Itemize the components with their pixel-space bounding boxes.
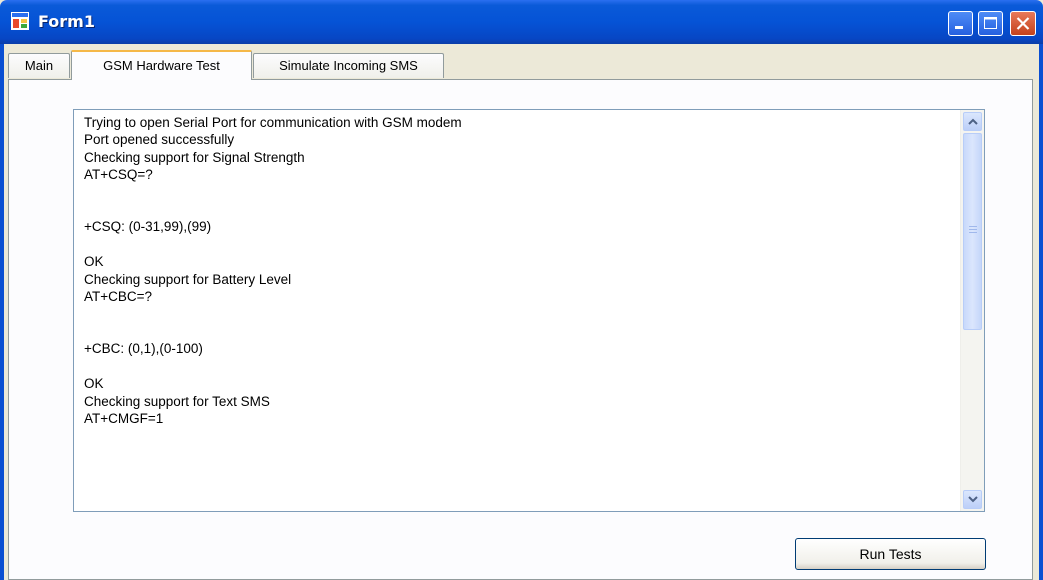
chevron-down-icon xyxy=(968,496,978,503)
close-button[interactable] xyxy=(1010,11,1036,36)
scroll-up-button[interactable] xyxy=(963,112,982,131)
close-icon xyxy=(1016,17,1030,30)
tab-main[interactable]: Main xyxy=(8,53,70,78)
maximize-button[interactable] xyxy=(978,11,1003,36)
run-tests-label: Run Tests xyxy=(859,546,922,562)
test-output-text: Trying to open Serial Port for communica… xyxy=(84,115,462,426)
minimize-icon xyxy=(955,26,963,29)
tab-main-label: Main xyxy=(24,58,54,73)
run-tests-button[interactable]: Run Tests xyxy=(795,538,986,570)
tab-gsm-hardware-test-label: GSM Hardware Test xyxy=(103,58,220,73)
tab-simulate-incoming-sms[interactable]: Simulate Incoming SMS xyxy=(253,53,444,78)
window-frame-right xyxy=(1039,44,1043,580)
grip-icon xyxy=(969,226,977,234)
minimize-button[interactable] xyxy=(948,11,973,36)
window-title: Form1 xyxy=(38,12,95,31)
client-area: Main GSM Hardware Test Simulate Incoming… xyxy=(4,44,1039,580)
tab-simulate-incoming-sms-label: Simulate Incoming SMS xyxy=(279,58,418,73)
form1-window: Form1 Main GSM Hardware Test Simulate In… xyxy=(0,0,1043,580)
maximize-icon xyxy=(984,17,997,29)
title-bar[interactable]: Form1 xyxy=(0,0,1043,44)
test-output-textbox[interactable]: Trying to open Serial Port for communica… xyxy=(73,109,985,512)
scroll-down-button[interactable] xyxy=(963,490,982,509)
tab-panel-gsm-hardware-test: Trying to open Serial Port for communica… xyxy=(8,79,1033,580)
chevron-up-icon xyxy=(968,118,978,125)
form-app-icon xyxy=(11,12,29,30)
tab-gsm-hardware-test[interactable]: GSM Hardware Test xyxy=(71,50,252,80)
scrollbar-thumb[interactable] xyxy=(963,133,982,330)
vertical-scrollbar[interactable] xyxy=(960,110,984,511)
